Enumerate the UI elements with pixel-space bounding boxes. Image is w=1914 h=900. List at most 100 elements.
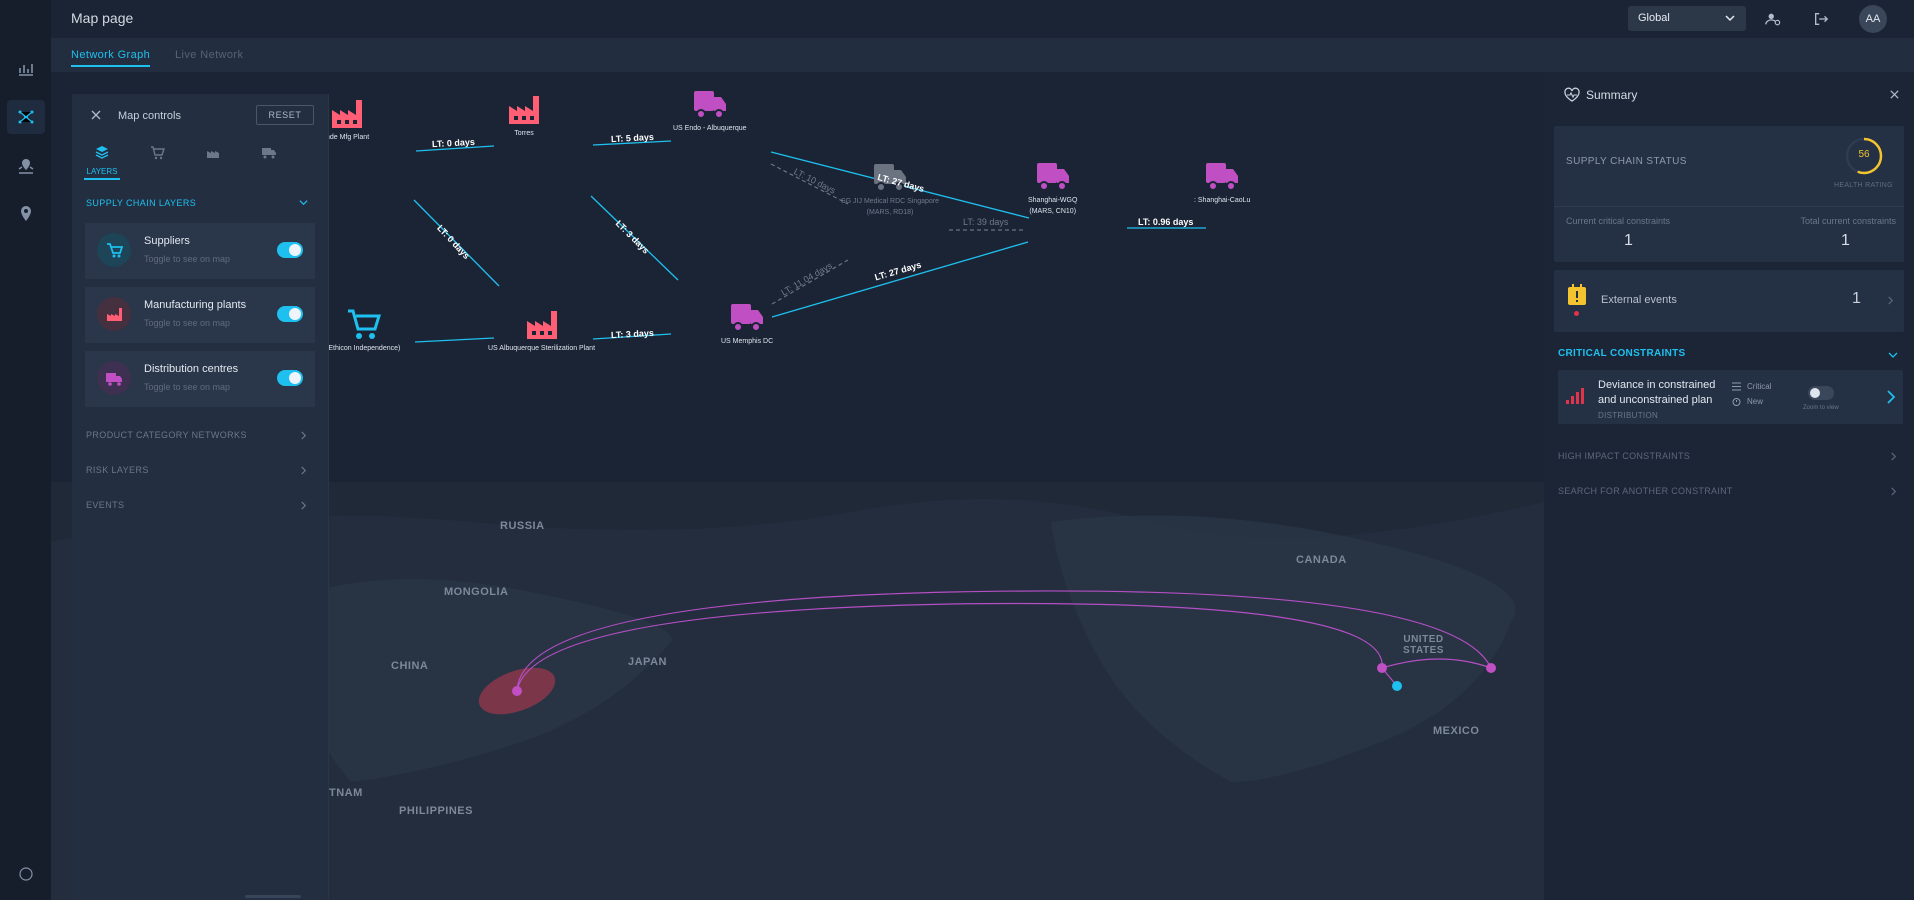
section-product-category-networks[interactable]: PRODUCT CATEGORY NETWORKS <box>86 430 247 440</box>
tab-distribution[interactable] <box>252 144 286 165</box>
chevron-right-icon[interactable] <box>299 501 308 510</box>
node-torres[interactable]: Torres <box>505 90 543 139</box>
distribution-centres-toggle[interactable] <box>277 370 303 386</box>
map-label-united-states: UNITED STATES <box>1403 634 1444 656</box>
panel-scrollbar[interactable] <box>245 895 301 898</box>
node-label: US Endo - Albuquerque <box>673 125 747 132</box>
active-tab-indicator <box>84 178 120 180</box>
node-label: : Shanghai-CaoLu <box>1194 197 1251 204</box>
node-us-memphis[interactable]: US Memphis DC <box>721 298 773 347</box>
section-supply-chain-layers[interactable]: SUPPLY CHAIN LAYERS <box>86 198 196 208</box>
node-shanghai-caolu[interactable]: : Shanghai-CaoLu <box>1194 157 1250 206</box>
map-pin-layers-icon[interactable] <box>7 149 45 183</box>
node-label: Inde Mfg Plant <box>324 134 370 141</box>
factory-icon <box>331 100 362 128</box>
manufacturing-plants-toggle[interactable] <box>277 306 303 322</box>
close-icon[interactable] <box>90 109 102 121</box>
zoom-to-view-toggle[interactable] <box>1808 386 1834 400</box>
divider <box>1554 206 1904 207</box>
external-events-count: 1 <box>1852 290 1861 307</box>
search-constraint-link[interactable]: SEARCH FOR ANOTHER CONSTRAINT <box>1558 486 1733 496</box>
tab-live-network[interactable]: Live Network <box>175 49 243 61</box>
constraint-severity-label: Critical <box>1747 382 1772 391</box>
layer-card-manufacturing-plants: Manufacturing plants Toggle to see on ma… <box>85 287 315 343</box>
map-label-japan: JAPAN <box>628 656 667 668</box>
chevron-right-icon[interactable] <box>1889 487 1898 496</box>
network-icon[interactable] <box>7 100 45 134</box>
node-us-albuquerque[interactable]: US Albuquerque Sterilization Plant <box>488 305 595 354</box>
chevron-down-icon[interactable] <box>299 198 308 207</box>
calendar-alert-icon <box>1568 284 1586 305</box>
map-label-philippines: PHILIPPINES <box>399 805 473 817</box>
chevron-right-icon[interactable] <box>1886 390 1896 404</box>
tab-network-graph[interactable]: Network Graph <box>71 49 151 67</box>
layers-icon <box>95 146 109 159</box>
node-inde-mfg-plant[interactable]: Inde Mfg Plant <box>324 94 369 143</box>
logout-icon[interactable] <box>1811 9 1831 29</box>
section-risk-layers[interactable]: RISK LAYERS <box>86 465 149 475</box>
suppliers-toggle[interactable] <box>277 242 303 258</box>
chevron-down-icon[interactable] <box>1888 350 1898 360</box>
map-label-russia: RUSSIA <box>500 520 545 532</box>
truck-icon <box>262 148 276 159</box>
map-label-canada: CANADA <box>1296 554 1347 566</box>
tab-suppliers[interactable] <box>140 144 174 165</box>
factory-icon <box>526 311 557 339</box>
external-events-label: External events <box>1601 294 1677 306</box>
node-label: Torres <box>514 130 534 137</box>
layer-card-suppliers: Suppliers Toggle to see on map <box>85 223 315 279</box>
constraint-severity: Critical <box>1732 382 1771 391</box>
node-label: SG JIJ Medical RDC Singapore <box>841 198 940 205</box>
current-critical-label: Current critical constraints <box>1566 216 1671 226</box>
region-select-value: Global <box>1638 12 1670 24</box>
chevron-right-icon[interactable] <box>299 466 308 475</box>
left-rail <box>0 0 51 900</box>
chevron-right-icon[interactable] <box>299 431 308 440</box>
page-title: Map page <box>71 10 134 26</box>
high-impact-constraints-link[interactable]: HIGH IMPACT CONSTRAINTS <box>1558 451 1690 461</box>
node-label: Shanghai-WGQ <box>1028 197 1078 204</box>
health-rating-label: HEALTH RATING <box>1834 182 1893 189</box>
tab-layers[interactable]: LAYERS <box>85 144 119 176</box>
avatar[interactable]: AA <box>1859 5 1887 33</box>
node-label: US Memphis DC <box>721 338 774 345</box>
layer-name: Manufacturing plants <box>144 299 247 311</box>
layer-hint: Toggle to see on map <box>144 382 231 392</box>
constraint-status-label: New <box>1747 397 1764 406</box>
list-icon <box>1732 382 1741 391</box>
reset-button[interactable]: RESET <box>256 105 314 125</box>
critical-constraints-header[interactable]: CRITICAL CONSTRAINTS <box>1558 348 1685 359</box>
user-settings-icon[interactable] <box>1763 9 1783 29</box>
node-sublabel: (MARS, CN10) <box>1029 208 1077 215</box>
node-label: (Ethicon Independence) <box>326 345 401 352</box>
chart-icon[interactable] <box>7 52 45 86</box>
header: Map page Global AA <box>51 0 1914 38</box>
map-controls-panel: Map controls RESET LAYERS SUPPLY CHAIN L… <box>72 94 329 900</box>
truck-icon <box>1206 163 1239 191</box>
map-label-china: CHINA <box>391 660 429 672</box>
health-rating-value: 56 <box>1858 149 1870 160</box>
tab-layers-label: LAYERS <box>86 167 118 176</box>
layer-card-distribution-centres: Distribution centres Toggle to see on ma… <box>85 351 315 407</box>
lt-label: LT: 39 days <box>963 217 1009 227</box>
constraint-card[interactable]: Deviance in constrained and unconstraine… <box>1558 370 1903 424</box>
cart-icon <box>348 309 382 339</box>
chevron-right-icon[interactable] <box>1889 452 1898 461</box>
summary-panel: Summary SUPPLY CHAIN STATUS 56 HEALTH RA… <box>1544 72 1914 900</box>
node-shanghai-wgq[interactable]: Shanghai-WGQ (MARS, CN10) <box>1028 157 1077 217</box>
node-us-endo[interactable]: US Endo - Albuquerque <box>673 85 747 134</box>
supply-chain-status-card: SUPPLY CHAIN STATUS 56 HEALTH RATING Cur… <box>1554 126 1904 262</box>
constraint-category: DISTRIBUTION <box>1598 411 1659 420</box>
truck-icon <box>731 304 764 332</box>
alert-dot <box>1574 311 1579 316</box>
supplier-icon <box>97 233 131 267</box>
region-select[interactable]: Global <box>1628 6 1746 31</box>
external-events-card[interactable]: External events 1 <box>1554 270 1904 332</box>
section-events[interactable]: EVENTS <box>86 500 124 510</box>
node-ethicon[interactable]: (Ethicon Independence) <box>326 305 400 354</box>
location-pin-icon[interactable] <box>7 197 45 231</box>
truck-icon <box>1036 163 1069 191</box>
tab-plants[interactable] <box>196 144 230 165</box>
circle-icon[interactable] <box>7 857 45 891</box>
close-icon[interactable] <box>1889 89 1900 100</box>
